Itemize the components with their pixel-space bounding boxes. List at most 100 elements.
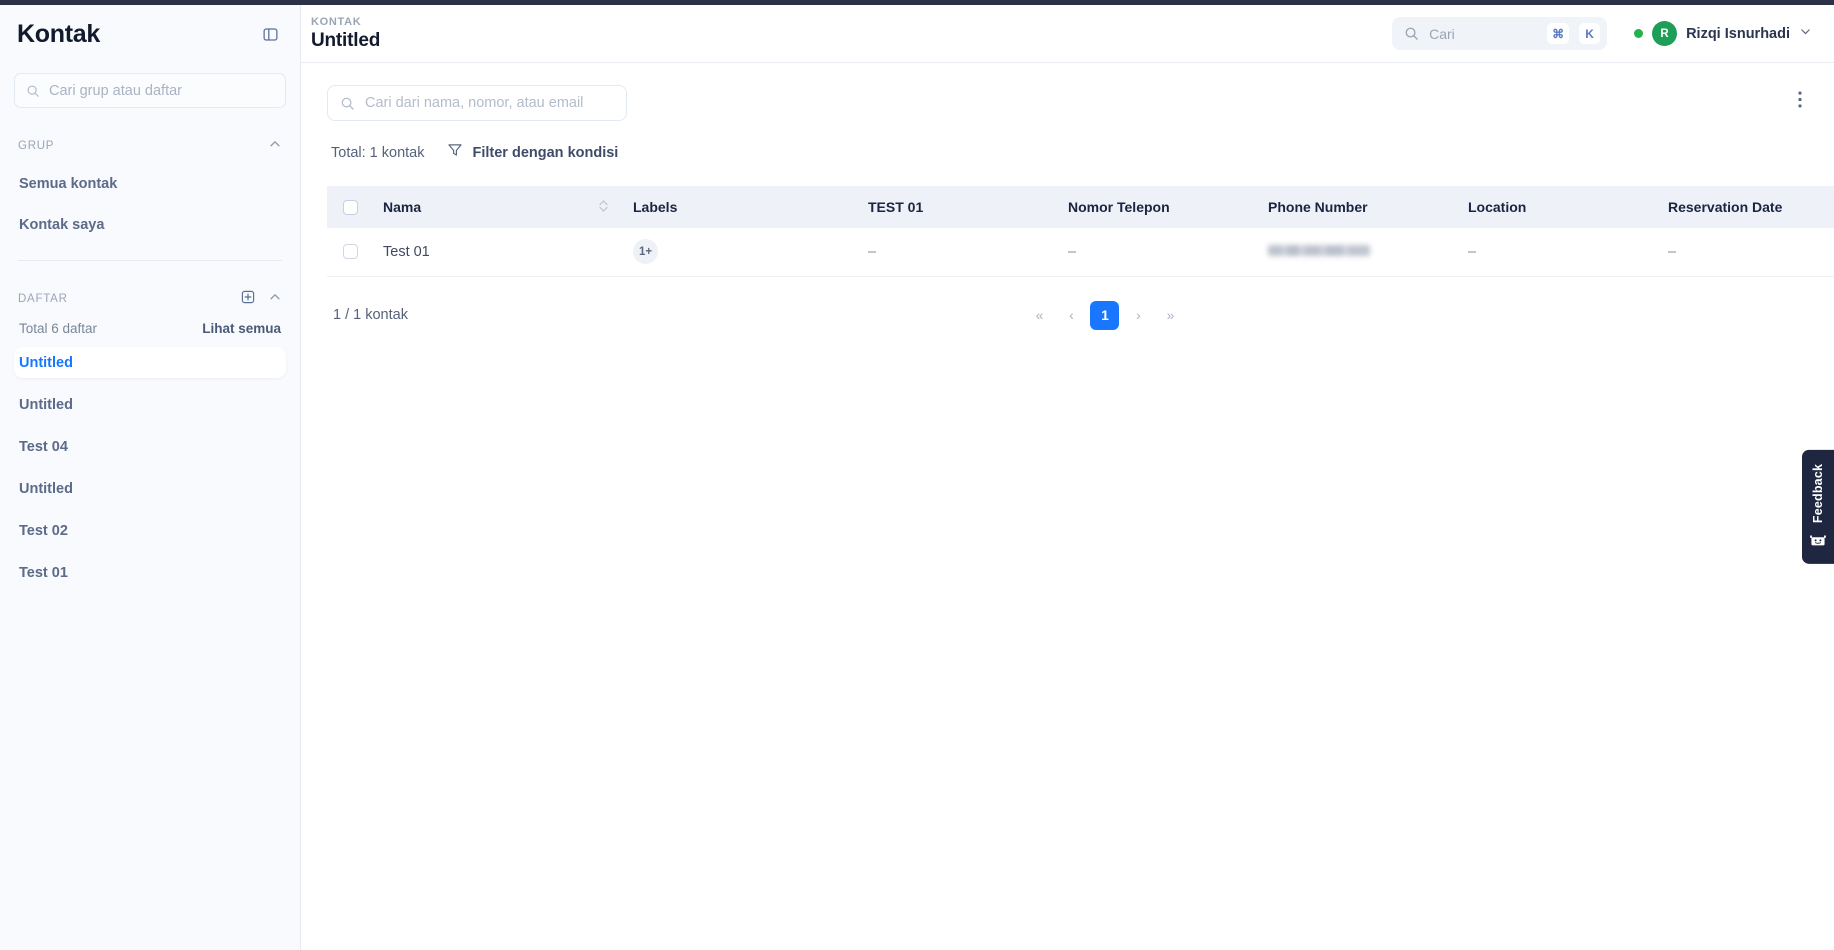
cell-phone-number	[1258, 228, 1458, 277]
pagination-page-1[interactable]: 1	[1090, 300, 1120, 330]
user-name: Rizqi Isnurhadi	[1686, 25, 1790, 42]
column-label: Phone Number	[1268, 199, 1368, 215]
status-online-dot	[1634, 29, 1644, 38]
column-header-reservation-date[interactable]: Reservation Date	[1658, 186, 1834, 228]
sidebar-search-placeholder: Cari grup atau daftar	[49, 82, 182, 99]
row-select-cell	[327, 228, 373, 277]
column-label: Nomor Telepon	[1068, 199, 1170, 215]
cell-location: –	[1458, 228, 1658, 277]
main-area: KONTAK Untitled Cari ⌘ K R Rizqi Isnurha…	[301, 5, 1834, 950]
feedback-tab[interactable]: Feedback	[1802, 449, 1834, 564]
pagination-prev-button[interactable]: ‹	[1058, 301, 1084, 329]
list-item[interactable]: Untitled	[14, 389, 286, 420]
column-label: Labels	[633, 199, 678, 215]
column-header-nomor-telepon[interactable]: Nomor Telepon	[1058, 186, 1258, 228]
content-area: Cari dari nama, nomor, atau email Total:…	[301, 63, 1834, 950]
shortcut-modifier-key: ⌘	[1547, 23, 1570, 44]
panel-collapse-icon[interactable]	[257, 21, 283, 47]
pagination: « ‹ 1 › »	[1026, 300, 1183, 330]
breadcrumb-parent: KONTAK	[311, 15, 362, 28]
column-header-nama[interactable]: Nama	[373, 186, 623, 228]
column-header-phone-number[interactable]: Phone Number	[1258, 186, 1458, 228]
contacts-table: Nama Labels TEST 01 Nomor Telepon Phone …	[327, 186, 1834, 277]
funnel-icon	[447, 142, 463, 163]
column-label: Reservation Date	[1668, 199, 1783, 215]
global-search-input[interactable]: Cari ⌘ K	[1392, 17, 1608, 50]
sidebar-item-label: Kontak saya	[19, 216, 105, 233]
select-all-checkbox[interactable]	[343, 199, 358, 215]
search-icon	[27, 85, 39, 97]
pagination-count-label: 1 / 1 kontak	[333, 307, 408, 323]
row-checkbox[interactable]	[343, 244, 358, 260]
pagination-last-button[interactable]: »	[1157, 301, 1183, 329]
kebab-menu-icon[interactable]	[1792, 85, 1808, 114]
total-contacts-label: Total: 1 kontak	[331, 144, 425, 161]
feedback-label: Feedback	[1811, 463, 1825, 523]
cell-reservation-date: –	[1658, 228, 1834, 277]
column-header-location[interactable]: Location	[1458, 186, 1658, 228]
sidebar-header: Kontak	[14, 5, 286, 63]
sidebar-search-input[interactable]: Cari grup atau daftar	[14, 73, 286, 108]
filter-condition-label: Filter dengan kondisi	[472, 144, 619, 161]
search-icon	[1405, 27, 1418, 40]
avatar: R	[1652, 21, 1678, 46]
app-root: Kontak Cari grup atau daftar GRUP Semua …	[0, 0, 1834, 950]
group-section-header: GRUP	[14, 135, 286, 157]
see-all-link[interactable]: Lihat semua	[202, 321, 281, 336]
pagination-next-button[interactable]: ›	[1125, 301, 1151, 329]
cell-test-01: –	[858, 228, 1058, 277]
list-item[interactable]: Test 01	[14, 557, 286, 588]
list-item[interactable]: Untitled	[14, 347, 286, 378]
select-all-cell	[327, 186, 373, 228]
list-item[interactable]: Test 04	[14, 431, 286, 462]
labels-count-badge[interactable]: 1+	[633, 239, 658, 265]
sidebar: Kontak Cari grup atau daftar GRUP Semua …	[0, 5, 301, 950]
sort-updown-icon[interactable]	[598, 199, 609, 216]
list-section-meta: Total 6 daftar Lihat semua	[14, 321, 286, 336]
contact-search-input[interactable]: Cari dari nama, nomor, atau email	[327, 85, 627, 121]
group-section-title: GRUP	[18, 140, 55, 152]
column-label: TEST 01	[868, 199, 924, 215]
sidebar-item-kontak-saya[interactable]: Kontak saya	[14, 210, 286, 239]
app-body: Kontak Cari grup atau daftar GRUP Semua …	[0, 5, 1834, 950]
smiley-robot-icon	[1810, 533, 1826, 553]
sidebar-divider	[18, 260, 282, 261]
sidebar-item-label: Semua kontak	[19, 175, 118, 192]
content-toolbar: Cari dari nama, nomor, atau email	[327, 63, 1808, 121]
page-title: Untitled	[311, 29, 381, 51]
cell-nomor-telepon: –	[1058, 228, 1258, 277]
shortcut-key: K	[1579, 23, 1601, 44]
list-item-label: Test 04	[19, 438, 68, 455]
list-total-label: Total 6 daftar	[19, 321, 98, 336]
column-header-labels[interactable]: Labels	[623, 186, 858, 228]
search-icon	[341, 97, 354, 110]
list-item-label: Untitled	[19, 480, 73, 497]
list-item[interactable]: Test 02	[14, 515, 286, 546]
table-row[interactable]: Test 01 1+ – – – –	[327, 228, 1834, 277]
list-item-label: Untitled	[19, 354, 73, 371]
column-header-test-01[interactable]: TEST 01	[858, 186, 1058, 228]
sidebar-title: Kontak	[17, 19, 100, 48]
sidebar-item-semua-kontak[interactable]: Semua kontak	[14, 169, 286, 198]
global-search-placeholder: Cari	[1429, 25, 1455, 42]
pagination-first-button[interactable]: «	[1026, 301, 1052, 329]
column-label: Location	[1468, 199, 1527, 215]
chevron-down-icon[interactable]	[1799, 25, 1812, 43]
topbar: KONTAK Untitled Cari ⌘ K R Rizqi Isnurha…	[301, 5, 1834, 63]
column-label: Nama	[383, 199, 422, 215]
list-item[interactable]: Untitled	[14, 473, 286, 504]
list-section-title: DAFTAR	[18, 293, 68, 305]
filter-condition-button[interactable]: Filter dengan kondisi	[447, 142, 619, 163]
redacted-phone-number	[1268, 244, 1370, 256]
cell-labels: 1+	[623, 228, 858, 277]
list-item-label: Untitled	[19, 396, 73, 413]
chevron-up-icon[interactable]	[268, 137, 282, 156]
list-item-label: Test 01	[19, 564, 68, 581]
list-section-header: DAFTAR	[14, 288, 286, 310]
breadcrumb: KONTAK Untitled	[311, 16, 380, 52]
chevron-up-icon[interactable]	[268, 290, 282, 309]
user-menu[interactable]: R Rizqi Isnurhadi	[1634, 21, 1812, 46]
plus-square-icon[interactable]	[241, 290, 255, 309]
list-item-label: Test 02	[19, 522, 68, 539]
cell-nama: Test 01	[373, 228, 623, 277]
